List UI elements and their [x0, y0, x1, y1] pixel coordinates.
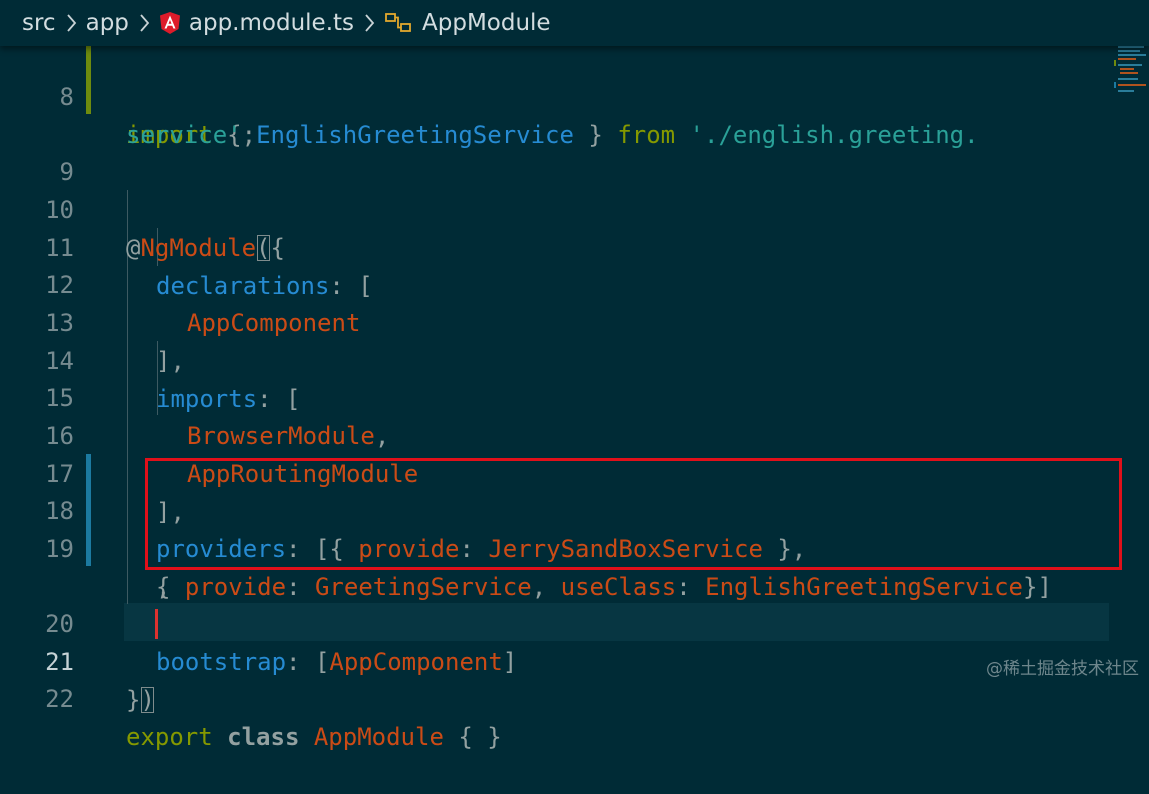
code-line-20: 20 bootstrap: [AppComponent] — [0, 567, 1110, 676]
angular-icon — [159, 12, 180, 34]
code-line-10: 10 @NgModule({ — [0, 153, 1110, 262]
minimap-line — [1114, 60, 1116, 66]
breadcrumb-item-symbol[interactable]: AppModule — [384, 10, 551, 36]
minimap-line — [1118, 78, 1138, 80]
chevron-right-icon — [365, 14, 375, 32]
breadcrumb-item-src[interactable]: src — [22, 10, 56, 36]
chevron-right-icon — [66, 14, 76, 32]
minimap-line — [1120, 68, 1134, 70]
annotation-highlight-box — [145, 458, 1122, 570]
code-line-17: 17 ], — [0, 417, 1110, 526]
minimap-line — [1120, 72, 1138, 74]
code-line-14: 14 imports: [ — [0, 304, 1110, 413]
code-line-16: 16 AppRoutingModule — [0, 379, 1110, 488]
code-line-12: 12 AppComponent — [0, 228, 1110, 337]
minimap-line — [1114, 82, 1116, 88]
code-line-8-wrap: service'; — [0, 78, 1110, 149]
code-line-22: 22 export class AppModule { } — [0, 642, 1110, 751]
breadcrumb-item-app[interactable]: app — [86, 10, 129, 36]
breadcrumb-item-file[interactable]: app.module.ts — [159, 10, 354, 36]
watermark: @稀土掘金技术社区 — [986, 659, 1139, 679]
text-cursor — [155, 609, 158, 639]
minimap-line — [1118, 84, 1146, 86]
module-symbol-icon — [385, 13, 411, 32]
close-brace: } — [126, 686, 141, 714]
minimap[interactable] — [1114, 46, 1149, 106]
breadcrumb-file-label: app.module.ts — [188, 10, 355, 36]
minimap-line — [1118, 90, 1134, 92]
keyword-class: class — [227, 723, 300, 751]
minimap-line — [1118, 54, 1146, 56]
minimap-line — [1118, 64, 1142, 66]
punctuation: { } — [443, 723, 502, 751]
code-line-11: 11 declarations: [ — [0, 191, 1110, 300]
minimap-line — [1118, 46, 1144, 48]
matching-paren: ) — [140, 686, 155, 714]
breadcrumb-symbol-label: AppModule — [422, 10, 551, 36]
class-name: AppModule — [313, 723, 444, 751]
minimap-line — [1118, 50, 1140, 52]
code-editor[interactable]: 8 import { EnglishGreetingService } from… — [0, 40, 1149, 751]
line-number: 22 — [45, 685, 74, 713]
code-line-15: 15 BrowserModule, — [0, 341, 1110, 450]
code-line-13: 13 ], — [0, 266, 1110, 375]
minimap-line — [1118, 58, 1136, 60]
code-line-9: 9 — [0, 115, 1110, 186]
chevron-right-icon — [140, 14, 150, 32]
code-line-21: 21 }) — [0, 605, 1110, 714]
keyword-export: export — [126, 723, 213, 751]
breadcrumb: src app app.module.ts AppModule — [0, 0, 1149, 46]
